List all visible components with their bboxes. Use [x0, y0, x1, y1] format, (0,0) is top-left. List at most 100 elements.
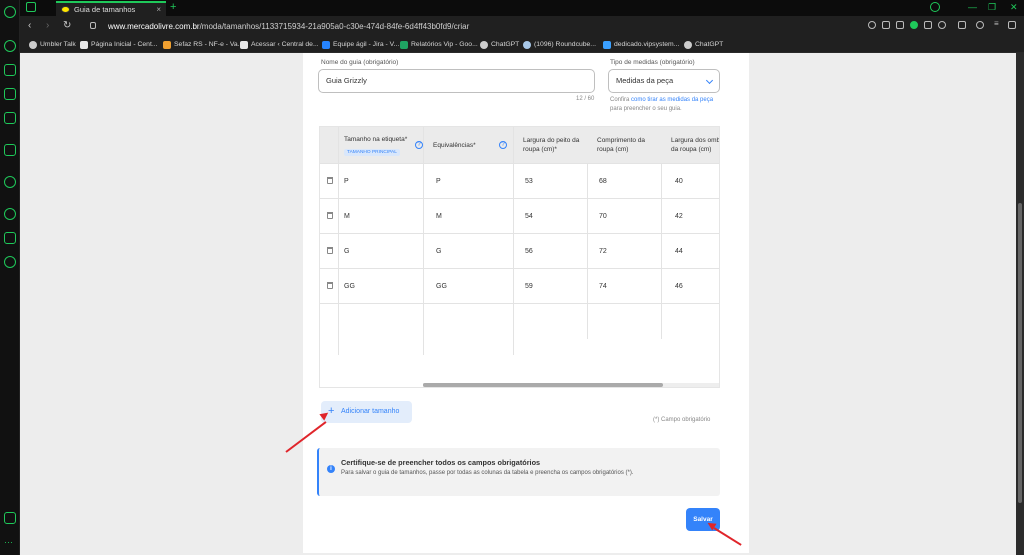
page-scrollbar-thumb[interactable] [1018, 203, 1022, 503]
bookmark-umbler-talk[interactable]: Umbler Talk [29, 39, 76, 50]
required-fields-notice: i Certifique-se de preencher todos os ca… [317, 448, 720, 496]
bookmark-sefaz[interactable]: Sefaz RS - NF-e - Va... [163, 39, 243, 50]
calendar-icon[interactable] [4, 112, 16, 124]
info-icon: i [327, 465, 335, 473]
chest-cell[interactable]: 56 [525, 248, 533, 255]
menu-icon[interactable]: ≡ [994, 20, 1002, 29]
help-icon[interactable]: ? [499, 141, 507, 149]
settings-icon[interactable] [4, 256, 16, 268]
bookmark-jira[interactable]: Equipe ágil - Jira - V... [322, 39, 399, 50]
equiv-cell[interactable]: GG [436, 283, 447, 290]
bookmark-chatgpt[interactable]: ChatGPT [480, 39, 519, 50]
name-char-counter: 12 / 60 [576, 96, 595, 102]
browser-sidebar: ··· [0, 0, 20, 555]
shopping-bag-icon[interactable] [4, 64, 16, 76]
plus-icon: + [328, 405, 335, 417]
trash-icon[interactable] [327, 177, 333, 184]
bookmark-dedicado-vipsystem[interactable]: dedicado.vipsystem... [603, 39, 679, 50]
help-icon[interactable]: ? [415, 141, 423, 149]
tab-guia-de-tamanhos[interactable]: Guia de tamanhos × [56, 1, 166, 16]
minimize-button[interactable]: — [968, 0, 977, 15]
bookmark-roundcube[interactable]: (1096) Roundcube... [523, 39, 596, 50]
bookmark-relatorios-vip[interactable]: Relatórios Vip - Goo... [400, 39, 478, 50]
size-cell[interactable]: G [344, 248, 349, 255]
size-cell[interactable]: M [344, 213, 350, 220]
notice-body: Para salvar o guia de tamanhos, passe po… [341, 470, 634, 476]
bookmark-favicon-icon [29, 41, 37, 49]
bookmark-chatgpt-2[interactable]: ChatGPT [684, 39, 723, 50]
col-length-header: Comprimento da roupa (cm) [597, 137, 646, 153]
size-cell[interactable]: P [344, 178, 349, 185]
send-icon[interactable] [924, 21, 932, 29]
player-icon[interactable] [4, 176, 16, 188]
zoom-search-icon[interactable] [868, 21, 876, 29]
trash-icon[interactable] [327, 247, 333, 254]
profile-icon[interactable] [976, 21, 984, 29]
shoulder-cell[interactable]: 46 [675, 283, 683, 290]
history-icon[interactable] [4, 208, 16, 220]
bookmark-acessar-central[interactable]: Acessar ‹ Central de... [240, 39, 319, 50]
length-cell[interactable]: 74 [599, 283, 607, 290]
close-window-button[interactable]: ✕ [1010, 0, 1018, 15]
url-field[interactable]: www.mercadolivre.com.br/moda/tamanhos/11… [108, 20, 469, 33]
screenshot-icon[interactable] [882, 21, 890, 29]
search-tabs-icon[interactable] [930, 2, 940, 12]
equiv-cell[interactable]: G [436, 248, 441, 255]
extensions-icon[interactable] [958, 21, 966, 29]
length-cell[interactable]: 70 [599, 213, 607, 220]
column-divider [587, 163, 588, 339]
chevron-down-icon [705, 76, 714, 85]
bookmark-favicon-icon [603, 41, 611, 49]
forward-button[interactable]: › [46, 19, 49, 33]
bookmarks-bar: Umbler Talk Página Inicial - Cent... Sef… [20, 37, 1024, 53]
equiv-cell[interactable]: P [436, 178, 441, 185]
trash-icon[interactable] [327, 212, 333, 219]
restore-button[interactable]: ❐ [988, 0, 996, 15]
length-cell[interactable]: 68 [599, 178, 607, 185]
new-tab-button[interactable]: + [170, 0, 176, 14]
shield-icon[interactable] [910, 21, 918, 29]
chest-cell[interactable]: 54 [525, 213, 533, 220]
lock-icon[interactable] [90, 22, 96, 29]
size-cell[interactable]: GG [344, 283, 355, 290]
cube-icon[interactable] [4, 232, 16, 244]
workspace-icon[interactable] [26, 2, 36, 12]
download-icon[interactable] [1008, 21, 1016, 29]
guide-name-input[interactable]: Guia Grizzly [318, 69, 595, 93]
add-size-button[interactable]: + Adicionar tamanho [321, 401, 412, 423]
speed-dial-icon[interactable] [4, 40, 16, 52]
reload-button[interactable]: ↻ [63, 19, 71, 33]
browser-logo-icon[interactable] [4, 6, 16, 18]
trash-icon[interactable] [327, 282, 333, 289]
page-content: Nome do guia (obrigatório) Guia Grizzly … [20, 53, 1016, 555]
url-host: www.mercadolivre.com.br [108, 22, 200, 31]
chest-cell[interactable]: 59 [525, 283, 533, 290]
twitch-icon[interactable] [4, 88, 16, 100]
guide-name-label: Nome do guia (obrigatório) [321, 59, 399, 66]
bookmark-favicon-icon [523, 41, 531, 49]
bookmark-pagina-inicial[interactable]: Página Inicial - Cent... [80, 39, 158, 50]
shoulder-cell[interactable]: 40 [675, 178, 683, 185]
measure-type-select[interactable]: Medidas da peça [608, 69, 720, 93]
flame-icon[interactable] [4, 144, 16, 156]
row-divider [320, 268, 719, 269]
how-to-measure-link[interactable]: como tirar as medidas da peça [631, 97, 713, 103]
equiv-cell[interactable]: M [436, 213, 442, 220]
chest-cell[interactable]: 53 [525, 178, 533, 185]
tab-close-icon[interactable]: × [156, 3, 161, 16]
main-size-badge: TAMANHO PRINCIPAL [344, 149, 400, 156]
heart-icon[interactable] [938, 21, 946, 29]
length-cell[interactable]: 72 [599, 248, 607, 255]
tab-bar: Guia de tamanhos × + — ❐ ✕ [20, 0, 1024, 16]
scrollbar-thumb[interactable] [423, 383, 663, 387]
back-button[interactable]: ‹ [28, 19, 31, 33]
more-icon[interactable]: ··· [4, 538, 16, 550]
shoulder-cell[interactable]: 44 [675, 248, 683, 255]
column-divider [423, 127, 424, 355]
sidebar-panel-icon[interactable] [4, 512, 16, 524]
size-table: Tamanho na etiqueta* TAMANHO PRINCIPAL ?… [319, 126, 720, 388]
camera-icon[interactable] [896, 21, 904, 29]
table-horizontal-scrollbar[interactable] [423, 383, 719, 387]
shoulder-cell[interactable]: 42 [675, 213, 683, 220]
page-scrollbar[interactable] [1016, 53, 1024, 555]
